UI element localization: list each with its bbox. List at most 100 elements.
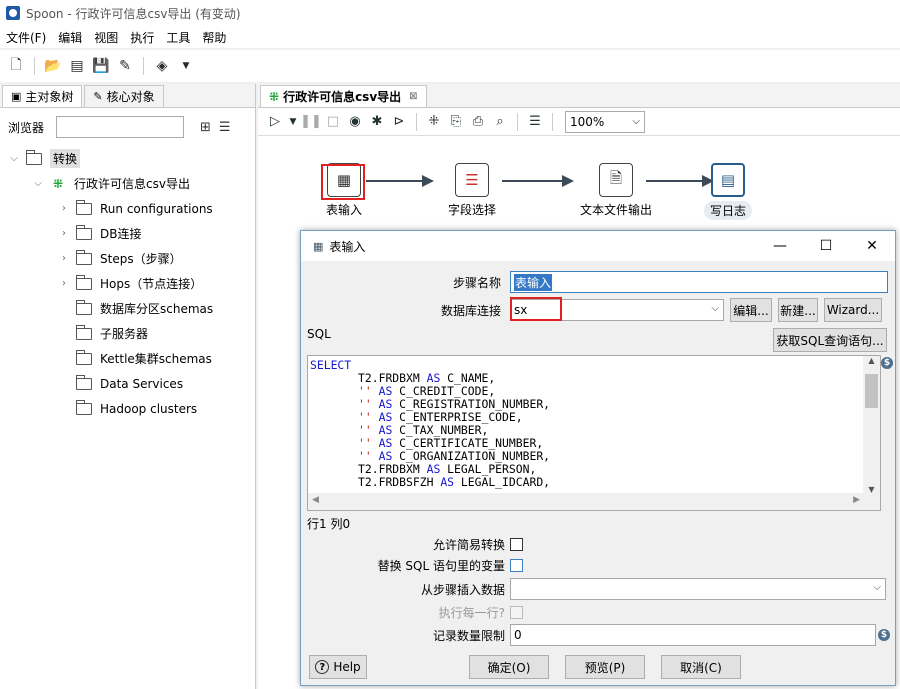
chevron-right-icon[interactable]: › bbox=[58, 203, 70, 214]
analyze-impact-icon[interactable]: ⎘ bbox=[447, 113, 465, 131]
run-icon[interactable]: ▷ bbox=[266, 113, 284, 131]
step-write-log[interactable]: ▤ 写日志 bbox=[678, 163, 778, 220]
tab-label: 主对象树 bbox=[25, 90, 74, 104]
sql-vertical-scrollbar[interactable]: ▲ ▼ bbox=[863, 356, 880, 494]
expand-all-icon[interactable]: ⊞ bbox=[200, 120, 211, 135]
new-connection-button[interactable]: 新建... bbox=[778, 298, 818, 322]
dialog-buttons: ? Help 确定(O) 预览(P) 取消(C) bbox=[309, 655, 741, 679]
step-select-values[interactable]: ☰ 字段选择 bbox=[422, 163, 522, 218]
menu-file[interactable]: 文件(F) bbox=[0, 29, 52, 46]
open-folder-icon[interactable]: 📂 bbox=[43, 56, 63, 76]
tree-item-data-services[interactable]: Data Services bbox=[8, 371, 255, 396]
tree-item-label: 转换 bbox=[50, 149, 81, 168]
scroll-thumb[interactable] bbox=[865, 374, 878, 408]
tree-item-hops[interactable]: › Hops（节点连接） bbox=[8, 271, 255, 296]
stop-icon[interactable]: □ bbox=[324, 113, 342, 131]
sql-editor[interactable]: SELECT T2.FRDBXM AS C_NAME, '' AS C_CRED… bbox=[307, 355, 881, 511]
lazy-conversion-label: 允许简易转换 bbox=[432, 538, 505, 552]
limit-label: 记录数量限制 bbox=[432, 628, 505, 643]
limit-input[interactable]: 0 bbox=[510, 624, 876, 646]
get-sql-button[interactable]: 获取SQL查询语句... bbox=[773, 328, 887, 352]
step-name-input[interactable]: 表输入 bbox=[510, 271, 888, 293]
new-file-icon[interactable]: 🗋 bbox=[6, 56, 26, 76]
variable-icon[interactable]: $ bbox=[878, 629, 890, 641]
explore-db-icon[interactable]: ⌕ bbox=[491, 113, 509, 131]
step-label: 文本文件输出 bbox=[579, 203, 652, 217]
menu-tools[interactable]: 工具 bbox=[160, 29, 196, 46]
toolbar-separator bbox=[416, 112, 417, 131]
sql-line: '' AS C_TAX_NUMBER, bbox=[358, 423, 489, 437]
variable-icon[interactable]: $ bbox=[881, 357, 893, 369]
zoom-select[interactable]: 100% ⌵ bbox=[565, 110, 645, 133]
tree-item-steps[interactable]: › Steps（步骤） bbox=[8, 246, 255, 271]
tree-item-partition-schemas[interactable]: 数据库分区schemas bbox=[8, 296, 255, 321]
scroll-left-icon[interactable]: ◀ bbox=[312, 495, 319, 505]
execute-each-row-checkbox[interactable] bbox=[510, 606, 523, 619]
generate-sql-icon[interactable]: ⎙ bbox=[469, 113, 487, 131]
tab-main-object-tree[interactable]: ▣ 主对象树 bbox=[2, 85, 83, 107]
save-as-icon[interactable]: ✎ bbox=[115, 56, 135, 76]
tab-transformation[interactable]: ⁜ 行政许可信息csv导出 ⊠ bbox=[260, 85, 427, 107]
menu-run[interactable]: 执行 bbox=[124, 29, 160, 46]
tree-item-transform-root[interactable]: ⌵ 转换 bbox=[8, 146, 255, 171]
tree-item-slave-servers[interactable]: 子服务器 bbox=[8, 321, 255, 346]
close-icon[interactable]: ✕ bbox=[849, 231, 895, 261]
execute-each-row-row: 执行每一行? bbox=[301, 604, 523, 621]
close-tab-icon[interactable]: ⊠ bbox=[409, 91, 417, 102]
cancel-button[interactable]: 取消(C) bbox=[661, 655, 741, 679]
tree-item-transformation[interactable]: ⌵ ⁜ 行政许可信息csv导出 bbox=[8, 171, 255, 196]
menu-view[interactable]: 视图 bbox=[88, 29, 124, 46]
scroll-up-icon[interactable]: ▲ bbox=[863, 356, 880, 365]
save-icon[interactable]: 💾 bbox=[91, 56, 111, 76]
insert-from-step-label: 从步骤插入数据 bbox=[420, 582, 505, 597]
menu-edit[interactable]: 编辑 bbox=[52, 29, 88, 46]
chevron-right-icon[interactable]: › bbox=[58, 228, 70, 239]
chevron-down-icon[interactable]: ⌵ bbox=[32, 178, 44, 189]
tree-item-run-configurations[interactable]: › Run configurations bbox=[8, 196, 255, 221]
pause-icon[interactable]: ❚❚ bbox=[300, 113, 322, 131]
tree-item-cluster-schemas[interactable]: Kettle集群schemas bbox=[8, 346, 255, 371]
tree-item-hadoop-clusters[interactable]: Hadoop clusters bbox=[8, 396, 255, 421]
wizard-button[interactable]: Wizard... bbox=[824, 298, 882, 322]
tab-core-objects[interactable]: ✎ 核心对象 bbox=[84, 85, 164, 107]
debug-icon[interactable]: ✱ bbox=[368, 113, 386, 131]
preview-icon[interactable]: ◉ bbox=[346, 113, 364, 131]
chevron-down-icon[interactable]: ⌵ bbox=[8, 153, 20, 164]
menu-help[interactable]: 帮助 bbox=[196, 29, 232, 46]
insert-from-step-row: 从步骤插入数据 ⌵ bbox=[301, 578, 886, 600]
verify-icon[interactable]: ⁜ bbox=[425, 113, 443, 131]
left-panel: ▣ 主对象树 ✎ 核心对象 浏览器 ⊞ ☰ ⌵ 转换 ⌵ ⁜ 行政许可信息csv… bbox=[0, 84, 256, 689]
sql-text[interactable]: SELECT T2.FRDBXM AS C_NAME, '' AS C_CRED… bbox=[308, 356, 880, 492]
edit-connection-button[interactable]: 编辑... bbox=[730, 298, 772, 322]
layers-icon[interactable]: ◈ bbox=[152, 56, 172, 76]
folder-icon bbox=[76, 224, 92, 240]
maximize-icon[interactable]: ☐ bbox=[803, 231, 849, 261]
ok-button[interactable]: 确定(O) bbox=[469, 655, 549, 679]
tree-item-label: Data Services bbox=[100, 376, 184, 391]
preview-button[interactable]: 预览(P) bbox=[565, 655, 645, 679]
sql-horizontal-scrollbar[interactable]: ◀ ▶ bbox=[308, 493, 880, 510]
replace-variables-checkbox[interactable] bbox=[510, 559, 523, 572]
chevron-right-icon[interactable]: › bbox=[58, 253, 70, 264]
tree-item-label: Hops（节点连接） bbox=[100, 277, 203, 291]
step-text-file-output[interactable]: 🗎 文本文件输出 bbox=[566, 163, 666, 218]
chevron-right-icon[interactable]: › bbox=[58, 278, 70, 289]
lazy-conversion-checkbox[interactable] bbox=[510, 538, 523, 551]
highlight-box bbox=[321, 164, 365, 200]
scroll-right-icon[interactable]: ▶ bbox=[853, 495, 860, 505]
minimize-icon[interactable]: — bbox=[757, 231, 803, 261]
sql-line: '' AS C_REGISTRATION_NUMBER, bbox=[358, 397, 551, 411]
help-button[interactable]: ? Help bbox=[309, 655, 367, 679]
tree-item-db-connections[interactable]: › DB连接 bbox=[8, 221, 255, 246]
dialog-title: 表输入 bbox=[329, 239, 366, 254]
layers-dropdown-icon[interactable]: ▼ bbox=[176, 56, 196, 76]
run-dropdown-icon[interactable]: ▼ bbox=[288, 113, 298, 131]
show-results-icon[interactable]: ☰ bbox=[526, 113, 544, 131]
table-input-dialog: ▦ 表输入 — ☐ ✕ 步骤名称 表输入 数据库连接 sx ⌵ 编辑... 新建… bbox=[300, 230, 896, 686]
insert-from-step-select[interactable]: ⌵ bbox=[510, 578, 886, 600]
step-label: 写日志 bbox=[703, 201, 752, 220]
replay-icon[interactable]: ⊳ bbox=[390, 113, 408, 131]
explore-repo-icon[interactable]: ▤ bbox=[67, 56, 87, 76]
collapse-all-icon[interactable]: ☰ bbox=[219, 120, 231, 135]
browser-search-input[interactable] bbox=[56, 116, 184, 138]
